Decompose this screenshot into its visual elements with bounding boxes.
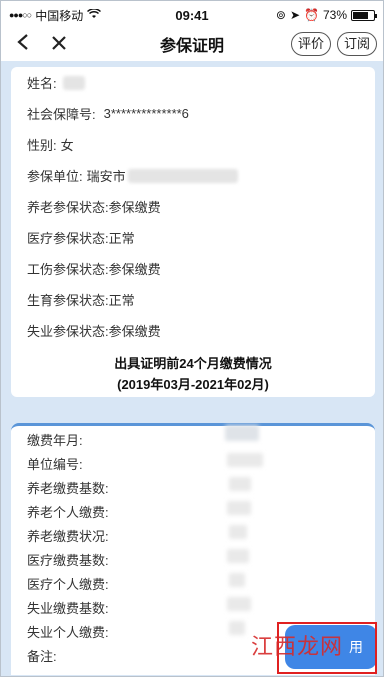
status-time: 09:41 xyxy=(175,7,209,23)
payment-field: 养老缴费状况: xyxy=(27,529,109,544)
subscribe-button[interactable]: 订阅 xyxy=(336,32,377,56)
payment-field: 失业缴费基数: xyxy=(27,601,109,616)
nav-bar: 参保证明 评价 订阅 xyxy=(1,29,383,59)
pension-value: 参保缴费 xyxy=(108,200,161,215)
page-title: 参保证明 xyxy=(159,38,225,55)
summary-title: 出具证明前24个月缴费情况 xyxy=(114,356,272,371)
location-icon: ➤ xyxy=(289,8,301,22)
unit-label: 参保单位: xyxy=(27,169,83,184)
unemployment-value: 参保缴费 xyxy=(108,324,161,339)
maternity-label: 生育参保状态: xyxy=(27,293,109,308)
maternity-value: 正常 xyxy=(108,293,135,308)
payment-field: 单位编号: xyxy=(27,457,83,472)
ssn-value: 3**************6 xyxy=(103,106,189,121)
unit-redacted xyxy=(127,168,238,183)
redacted-values xyxy=(221,425,263,645)
app-screen: ●●●○○ 中国移动 09:41 ⊚ ➤ ⏰ 73% 参保证明 评价 订阅 姓名… xyxy=(0,0,384,677)
payment-field: 养老个人缴费: xyxy=(27,505,109,520)
rotation-lock-icon: ⊚ xyxy=(275,8,286,22)
injury-value: 参保缴费 xyxy=(108,262,161,277)
carrier-label: 中国移动 xyxy=(35,8,84,23)
medical-value: 正常 xyxy=(108,231,135,246)
close-icon[interactable] xyxy=(41,30,77,58)
gender-value: 女 xyxy=(60,138,74,153)
name-redacted xyxy=(62,75,85,90)
signal-icon: ●●●○○ xyxy=(9,10,32,20)
unemployment-label: 失业参保状态: xyxy=(27,324,109,339)
pension-label: 养老参保状态: xyxy=(27,200,109,215)
gender-row: 性别: 女 xyxy=(27,135,74,154)
name-label: 姓名: xyxy=(27,76,57,91)
payment-field: 备注: xyxy=(27,649,57,664)
battery-icon xyxy=(351,9,377,21)
payment-field: 医疗缴费基数: xyxy=(27,553,109,568)
ssn-label: 社会保障号: xyxy=(27,107,96,122)
watermark: 江西龙网 xyxy=(251,635,344,660)
unit-value: 瑞安市 xyxy=(86,169,126,184)
insured-info-card: 姓名: 社会保障号: 3**************6 性别: 女 参保单位: … xyxy=(11,67,375,397)
review-button[interactable]: 评价 xyxy=(290,32,331,56)
name-row: 姓名: xyxy=(27,73,85,92)
battery-percent: 73% xyxy=(322,8,347,22)
gender-label: 性别: xyxy=(27,138,57,153)
payment-field: 养老缴费基数: xyxy=(27,481,109,496)
alarm-icon: ⏰ xyxy=(304,8,319,22)
payment-field: 医疗个人缴费: xyxy=(27,577,109,592)
status-bar: ●●●○○ 中国移动 09:41 ⊚ ➤ ⏰ 73% xyxy=(1,1,383,29)
back-arrow-icon[interactable] xyxy=(5,30,41,58)
unemployment-row: 失业参保状态: 参保缴费 xyxy=(27,321,161,340)
payment-field: 缴费年月: xyxy=(27,433,83,448)
wifi-icon xyxy=(87,8,102,22)
injury-label: 工伤参保状态: xyxy=(27,262,109,277)
summary-period: (2019年03月-2021年02月) xyxy=(117,377,269,392)
injury-row: 工伤参保状态: 参保缴费 xyxy=(27,259,161,278)
unit-row: 参保单位: 瑞安市 xyxy=(27,166,238,185)
battery-level xyxy=(353,11,368,19)
payment-field: 失业个人缴费: xyxy=(27,625,109,640)
ssn-row: 社会保障号: 3**************6 xyxy=(27,104,189,123)
medical-label: 医疗参保状态: xyxy=(27,231,109,246)
maternity-row: 生育参保状态: 正常 xyxy=(27,290,135,309)
pension-row: 养老参保状态: 参保缴费 xyxy=(27,197,161,216)
medical-row: 医疗参保状态: 正常 xyxy=(27,228,135,247)
